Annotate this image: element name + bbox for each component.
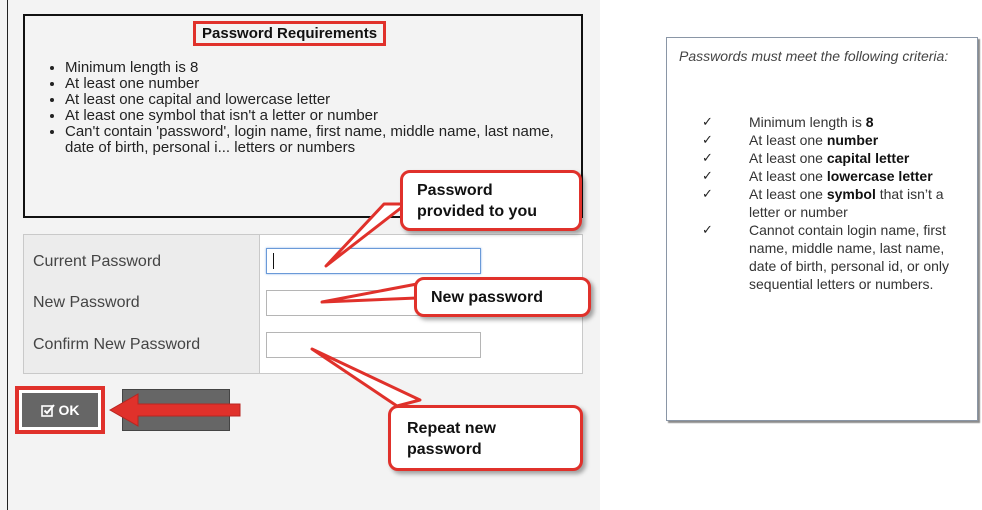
callout-repeat-password: Repeat new password	[388, 405, 583, 471]
criteria-text: Cannot contain login name, first name, m…	[749, 222, 950, 292]
criteria-text: Minimum length is	[749, 114, 866, 130]
requirement-item: At least one capital and lowercase lette…	[65, 92, 555, 108]
requirements-list: Minimum length is 8 At least one number …	[35, 60, 555, 156]
criteria-emphasis: capital letter	[826, 150, 910, 166]
new-password-label: New Password	[33, 294, 140, 311]
checkmark-icon: ✓	[702, 150, 713, 165]
criteria-list: ✓ Minimum length is 8 ✓ At least one num…	[697, 113, 973, 293]
confirm-password-label: Confirm New Password	[33, 336, 201, 353]
requirement-item: Can't contain 'password', login name, fi…	[65, 124, 555, 156]
confirm-password-input[interactable]	[266, 332, 481, 358]
callout-repeat-line1: Repeat new	[407, 420, 496, 437]
criteria-item: ✓ Cannot contain login name, first name,…	[697, 221, 973, 293]
callout-provided-line1: Password	[417, 182, 493, 199]
callout-provided-line2: provided to you	[417, 203, 537, 220]
criteria-emphasis: lowercase letter	[826, 168, 933, 184]
criteria-emphasis: 8	[865, 114, 874, 130]
requirements-title: Password Requirements	[193, 21, 387, 46]
ok-button[interactable]: OK	[22, 393, 98, 427]
criteria-text: At least one	[749, 132, 827, 148]
criteria-text: At least one	[749, 168, 827, 184]
criteria-item: ✓ At least one capital letter	[697, 149, 973, 167]
panel-divider	[7, 0, 8, 510]
callout-repeat-line2: password	[407, 441, 482, 458]
criteria-intro: Passwords must meet the following criter…	[679, 48, 949, 64]
criteria-emphasis: number	[826, 132, 879, 148]
ok-button-label: OK	[58, 402, 80, 418]
checkmark-icon: ✓	[702, 114, 713, 129]
requirement-item: At least one symbol that isn't a letter …	[65, 108, 555, 124]
checkmark-icon: ✓	[702, 186, 713, 201]
criteria-text: At least one	[749, 150, 827, 166]
callout-new-text: New password	[431, 289, 544, 306]
criteria-item: ✓ At least one lowercase letter	[697, 167, 973, 185]
criteria-item: ✓ At least one symbol that isn’t a lette…	[697, 185, 973, 221]
checkbox-icon	[40, 404, 55, 417]
cancel-button[interactable]	[122, 389, 230, 431]
requirement-item: At least one number	[65, 76, 555, 92]
current-password-label: Current Password	[33, 253, 162, 270]
callout-password-provided: Password provided to you	[400, 170, 582, 231]
criteria-item: ✓ At least one number	[697, 131, 973, 149]
criteria-text: At least one	[749, 186, 827, 202]
criteria-item: ✓ Minimum length is 8	[697, 113, 973, 131]
password-criteria-box: Passwords must meet the following criter…	[666, 37, 978, 421]
callout-new-password: New password	[414, 277, 591, 317]
text-caret	[273, 253, 274, 269]
ok-button-highlight: OK	[15, 386, 105, 434]
checkmark-icon: ✓	[702, 222, 713, 237]
checkmark-icon: ✓	[702, 168, 713, 183]
criteria-emphasis: symbol	[826, 186, 876, 202]
checkmark-icon: ✓	[702, 132, 713, 147]
requirement-item: Minimum length is 8	[65, 60, 555, 76]
current-password-input[interactable]	[266, 248, 481, 274]
